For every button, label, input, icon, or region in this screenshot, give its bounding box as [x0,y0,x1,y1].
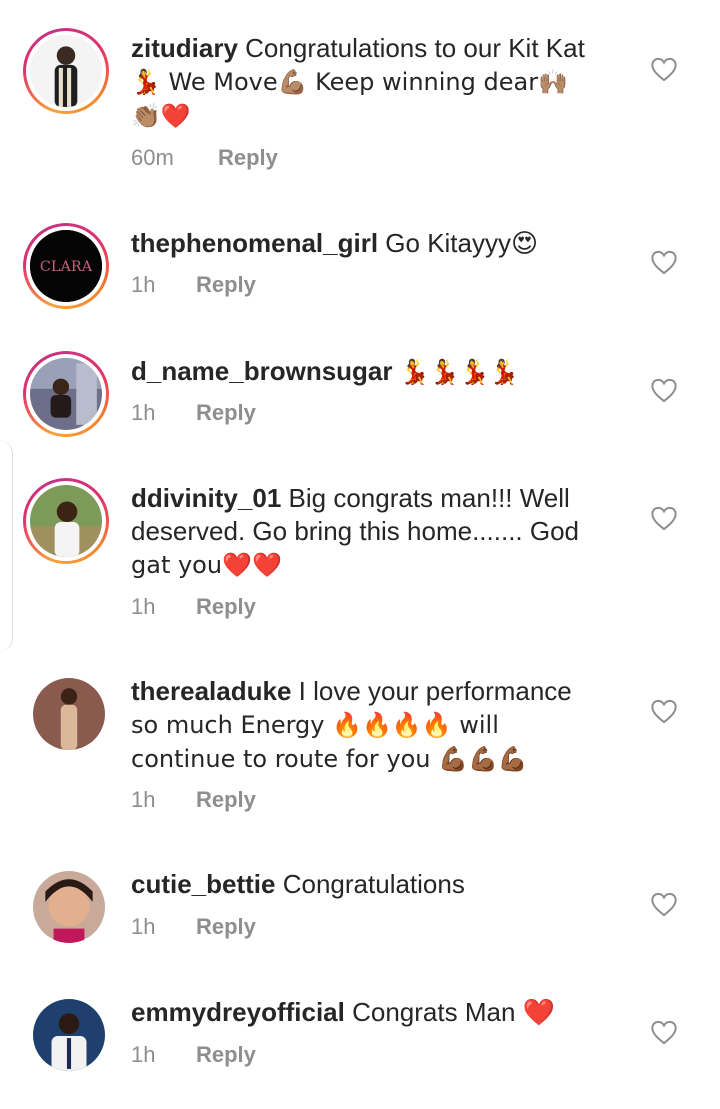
comment-username[interactable]: thephenomenal_girl [131,228,378,258]
comment-body: cutie_bettie Congratulations [131,868,621,901]
avatar[interactable]: CLARA [23,223,109,309]
side-panel-edge [0,440,13,652]
comment-time: 1h [131,272,156,297]
comment-text: Congratulations to our Kit Kat [245,33,585,63]
comment-meta: 1h Reply [131,1042,256,1068]
reply-button[interactable]: Reply [196,787,256,813]
comment-username[interactable]: therealaduke [131,676,291,706]
comment-text-line2: 💃 We Move💪🏽 Keep winning dear🙌🏽 [131,68,568,96]
comment-meta: 60m Reply [131,145,278,171]
comment-time: 1h [131,787,156,812]
avatar-photo [30,485,102,557]
avatar-photo [33,999,105,1071]
comment-time: 1h [131,400,156,425]
comment-meta: 1h Reply [131,787,256,813]
comment-username[interactable]: cutie_bettie [131,869,276,899]
comment-text-line2: so much Energy 🔥🔥🔥🔥 will [131,711,499,739]
comment-time: 1h [131,914,156,939]
comment-meta: 1h Reply [131,400,256,426]
avatar-logo-text: CLARA [40,259,93,275]
comment-body: emmydreyofficial Congrats Man ❤️ [131,996,621,1029]
comment-text: Go Kitayyy😍 [385,228,539,258]
comment-username[interactable]: emmydreyofficial [131,997,345,1027]
heart-outline-icon[interactable] [650,505,678,531]
comment-text: Congrats Man ❤️ [352,997,556,1027]
comment-text-line3: 👏🏽❤️ [131,102,191,130]
heart-outline-icon[interactable] [650,56,678,82]
avatar[interactable] [33,678,105,750]
reply-button[interactable]: Reply [196,272,256,298]
heart-outline-icon[interactable] [650,377,678,403]
comment-body: therealaduke I love your performance so … [131,675,621,776]
reply-button[interactable]: Reply [218,145,278,171]
comment-text: Congratulations [282,869,465,899]
heart-outline-icon[interactable] [650,698,678,724]
comment-text: I love your performance [298,676,572,706]
comment-time: 1h [131,594,156,619]
comment-body: thephenomenal_girl Go Kitayyy😍 [131,227,621,260]
avatar-photo [33,871,105,943]
comment-meta: 1h Reply [131,594,256,620]
avatar[interactable] [23,28,109,114]
reply-button[interactable]: Reply [196,914,256,940]
comment-text-line3: gat you❤️❤️ [131,551,282,579]
avatar[interactable] [33,999,105,1071]
comment-time: 60m [131,145,174,170]
avatar[interactable] [33,871,105,943]
reply-button[interactable]: Reply [196,400,256,426]
avatar[interactable] [23,478,109,564]
reply-button[interactable]: Reply [196,594,256,620]
comment-username[interactable]: d_name_brownsugar [131,356,393,386]
avatar-photo: CLARA [30,230,102,302]
comment-text: Big congrats man!!! Well [288,483,570,513]
avatar-photo [30,358,102,430]
comment-body: zitudiary Congratulations to our Kit Kat… [131,32,621,133]
heart-outline-icon[interactable] [650,249,678,275]
comment-body: d_name_brownsugar 💃💃💃💃 [131,355,621,389]
heart-outline-icon[interactable] [650,1019,678,1045]
comment-username[interactable]: ddivinity_01 [131,483,281,513]
comment-text-line2: deserved. Go bring this home....... God [131,516,580,546]
heart-outline-icon[interactable] [650,891,678,917]
avatar-photo [30,35,102,107]
avatar-photo [33,678,105,750]
reply-button[interactable]: Reply [196,1042,256,1068]
comment-body: ddivinity_01 Big congrats man!!! Well de… [131,482,621,582]
comment-meta: 1h Reply [131,272,256,298]
avatar[interactable] [23,351,109,437]
comment-username[interactable]: zitudiary [131,33,238,63]
comment-text-line3: continue to route for you 💪🏾💪🏾💪🏾 [131,745,528,773]
comment-time: 1h [131,1042,156,1067]
comment-meta: 1h Reply [131,914,256,940]
comment-text: 💃💃💃💃 [399,358,520,386]
